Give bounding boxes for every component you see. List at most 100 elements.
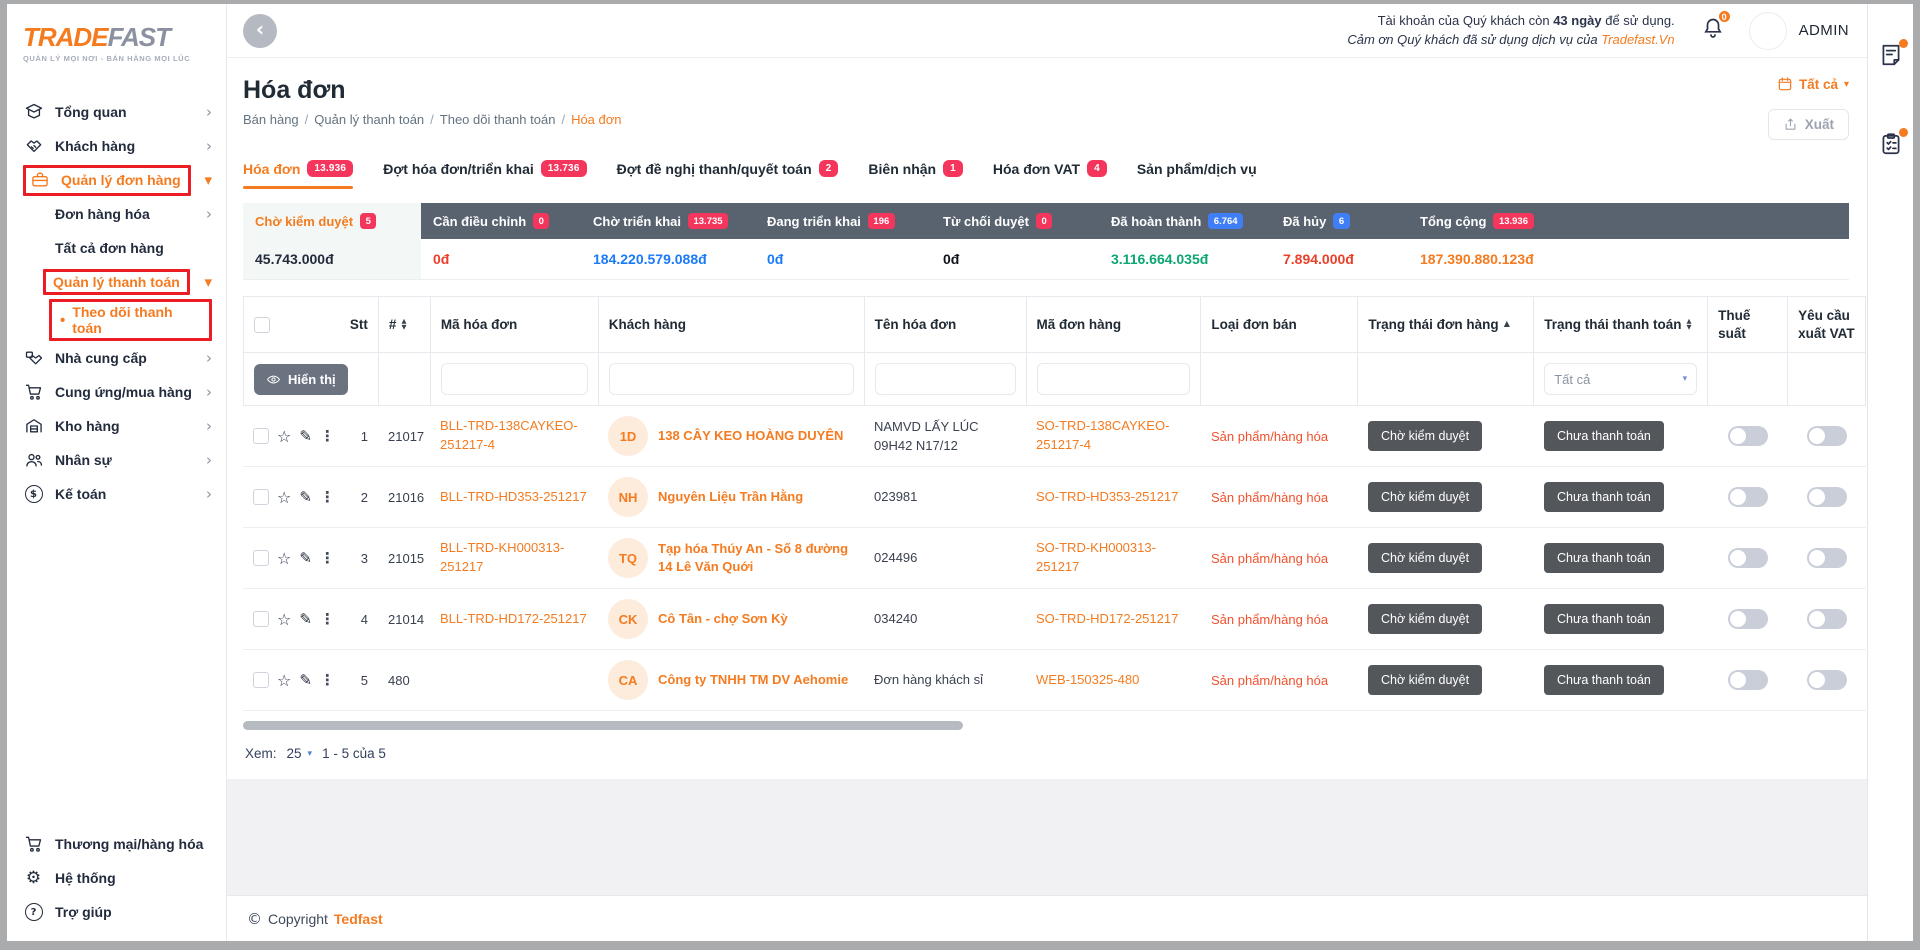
star-icon[interactable]: ☆ bbox=[277, 610, 291, 629]
select-all-checkbox[interactable] bbox=[254, 317, 270, 333]
order-code-link[interactable]: SO-TRD-138CAYKEO-251217-4 bbox=[1036, 417, 1191, 455]
order-status-button[interactable]: Chờ kiểm duyệt bbox=[1368, 482, 1482, 512]
notes-panel-button[interactable] bbox=[1878, 42, 1904, 73]
export-button[interactable]: Xuất bbox=[1768, 109, 1849, 140]
payment-status-button[interactable]: Chưa thanh toán bbox=[1544, 482, 1664, 512]
sidebar-item-help[interactable]: ? Trợ giúp bbox=[7, 895, 226, 929]
invoice-name-filter-input[interactable] bbox=[875, 363, 1016, 395]
logo[interactable]: TRADEFAST QUẢN LÝ MỌI NƠI - BÁN HÀNG MỌI… bbox=[7, 18, 226, 73]
user-avatar[interactable] bbox=[1749, 12, 1787, 50]
status-segment[interactable]: Chờ triển khai 13.735 184.220.579.088đ bbox=[581, 203, 755, 279]
status-segment[interactable]: Đang triển khai 196 0đ bbox=[755, 203, 931, 279]
status-segment[interactable]: Chờ kiểm duyệt 5 45.743.000đ bbox=[243, 203, 421, 279]
sort-asc-icon[interactable]: ▲ bbox=[1504, 319, 1510, 329]
order-code-link[interactable]: SO-TRD-HD172-251217 bbox=[1036, 610, 1178, 629]
tax-toggle[interactable] bbox=[1728, 670, 1768, 690]
breadcrumb-item[interactable]: Theo dõi thanh toán bbox=[440, 112, 556, 127]
sidebar-item-commerce[interactable]: Thương mại/hàng hóa bbox=[7, 827, 226, 861]
row-checkbox[interactable] bbox=[253, 611, 269, 627]
column-header-order-code[interactable]: Mã đơn hàng bbox=[1027, 297, 1202, 353]
column-header-sale-type[interactable]: Loại đơn bán bbox=[1201, 297, 1358, 353]
order-status-button[interactable]: Chờ kiểm duyệt bbox=[1368, 543, 1482, 573]
star-icon[interactable]: ☆ bbox=[277, 549, 291, 568]
show-columns-button[interactable]: Hiển thị bbox=[254, 364, 348, 395]
vat-request-toggle[interactable] bbox=[1807, 487, 1847, 507]
customer-name-link[interactable]: Nguyên Liệu Trần Hằng bbox=[658, 488, 803, 506]
kebab-menu-icon[interactable]: ⋮ bbox=[320, 610, 335, 628]
star-icon[interactable]: ☆ bbox=[277, 488, 291, 507]
column-header-invoice-code[interactable]: Mã hóa đơn bbox=[431, 297, 599, 353]
status-segment[interactable]: Đã hủy 6 7.894.000đ bbox=[1271, 203, 1408, 279]
sort-icon[interactable]: ▲▼ bbox=[1686, 319, 1691, 330]
star-icon[interactable]: ☆ bbox=[277, 427, 291, 446]
order-code-link[interactable]: WEB-150325-480 bbox=[1036, 671, 1139, 690]
payment-status-button[interactable]: Chưa thanh toán bbox=[1544, 421, 1664, 451]
row-checkbox[interactable] bbox=[253, 489, 269, 505]
status-segment[interactable]: Cần điều chỉnh 0 0đ bbox=[421, 203, 581, 279]
sidebar-item-system[interactable]: ⚙ Hệ thống bbox=[7, 861, 226, 895]
vat-request-toggle[interactable] bbox=[1807, 426, 1847, 446]
horizontal-scrollbar[interactable] bbox=[243, 721, 963, 730]
sidebar-item-hr[interactable]: Nhân sự › bbox=[7, 443, 226, 477]
column-header-order-status[interactable]: Trạng thái đơn hàng bbox=[1368, 316, 1498, 334]
column-header-payment-status[interactable]: Trạng thái thanh toán bbox=[1544, 316, 1681, 334]
order-code-filter-input[interactable] bbox=[1037, 363, 1191, 395]
edit-icon[interactable]: ✎ bbox=[299, 671, 312, 689]
tab[interactable]: Hóa đơn VAT 4 bbox=[993, 160, 1107, 177]
customer-name-link[interactable]: 138 CÂY KEO HOÀNG DUYÊN bbox=[658, 427, 843, 445]
tab[interactable]: Biên nhận 1 bbox=[868, 160, 962, 177]
customer-name-link[interactable]: Cô Tân - chợ Sơn Kỳ bbox=[658, 610, 788, 628]
vat-request-toggle[interactable] bbox=[1807, 609, 1847, 629]
order-status-button[interactable]: Chờ kiểm duyệt bbox=[1368, 665, 1482, 695]
sidebar-item-accounting[interactable]: $ Kế toán › bbox=[7, 477, 226, 511]
star-icon[interactable]: ☆ bbox=[277, 671, 291, 690]
order-status-button[interactable]: Chờ kiểm duyệt bbox=[1368, 604, 1482, 634]
breadcrumb-item[interactable]: Quản lý thanh toán bbox=[314, 112, 424, 127]
vat-request-toggle[interactable] bbox=[1807, 548, 1847, 568]
payment-status-button[interactable]: Chưa thanh toán bbox=[1544, 543, 1664, 573]
tab[interactable]: Đợt hóa đơn/triển khai 13.736 bbox=[383, 160, 586, 177]
edit-icon[interactable]: ✎ bbox=[299, 549, 312, 567]
tab[interactable]: Hóa đơn 13.936 bbox=[243, 160, 353, 177]
tasks-panel-button[interactable] bbox=[1878, 131, 1904, 162]
tax-toggle[interactable] bbox=[1728, 426, 1768, 446]
row-checkbox[interactable] bbox=[253, 672, 269, 688]
tab[interactable]: Đợt đề nghị thanh/quyết toán 2 bbox=[617, 160, 839, 177]
back-button[interactable]: ‹ bbox=[243, 14, 277, 48]
order-status-button[interactable]: Chờ kiểm duyệt bbox=[1368, 421, 1482, 451]
invoice-code-filter-input[interactable] bbox=[441, 363, 588, 395]
payment-status-button[interactable]: Chưa thanh toán bbox=[1544, 665, 1664, 695]
tab[interactable]: Sản phẩm/dịch vụ bbox=[1137, 160, 1257, 177]
edit-icon[interactable]: ✎ bbox=[299, 610, 312, 628]
invoice-code-link[interactable]: BLL-TRD-138CAYKEO-251217-4 bbox=[440, 417, 588, 455]
breadcrumb-item[interactable]: Bán hàng bbox=[243, 112, 299, 127]
invoice-code-link[interactable]: BLL-TRD-HD172-251217 bbox=[440, 610, 587, 629]
tax-toggle[interactable] bbox=[1728, 487, 1768, 507]
status-segment[interactable]: Đã hoàn thành 6.764 3.116.664.035đ bbox=[1099, 203, 1271, 279]
payment-status-filter-select[interactable]: Tất cả▾ bbox=[1544, 363, 1697, 395]
status-segment[interactable]: Tổng cộng 13.936 187.390.880.123đ bbox=[1408, 203, 1849, 279]
invoice-code-link[interactable]: BLL-TRD-HD353-251217 bbox=[440, 488, 587, 507]
customer-name-link[interactable]: Công ty TNHH TM DV Aehomie bbox=[658, 671, 848, 689]
vat-request-toggle[interactable] bbox=[1807, 670, 1847, 690]
kebab-menu-icon[interactable]: ⋮ bbox=[320, 488, 335, 506]
status-segment[interactable]: Từ chối duyệt 0 0đ bbox=[931, 203, 1099, 279]
kebab-menu-icon[interactable]: ⋮ bbox=[320, 671, 335, 689]
sidebar-item-procurement[interactable]: Cung ứng/mua hàng › bbox=[7, 375, 226, 409]
customer-filter-input[interactable] bbox=[609, 363, 854, 395]
footer-brand-link[interactable]: Tedfast bbox=[334, 911, 383, 927]
sidebar-item-order-management[interactable]: Quản lý đơn hàng ▾ bbox=[7, 163, 226, 197]
sort-icon[interactable]: ▲▼ bbox=[401, 319, 406, 330]
payment-status-button[interactable]: Chưa thanh toán bbox=[1544, 604, 1664, 634]
column-header-stt[interactable]: Stt bbox=[350, 316, 368, 334]
row-checkbox[interactable] bbox=[253, 550, 269, 566]
customer-name-link[interactable]: Tạp hóa Thúy An - Số 8 đường 14 Lê Văn Q… bbox=[658, 540, 854, 576]
column-header-tax[interactable]: Thuế suất bbox=[1708, 297, 1788, 353]
sidebar-item-overview[interactable]: Tổng quan › bbox=[7, 95, 226, 129]
tradefast-link[interactable]: Tradefast.Vn bbox=[1601, 32, 1674, 47]
sidebar-item-payment-tracking[interactable]: • Theo dõi thanh toán bbox=[7, 299, 226, 341]
order-code-link[interactable]: SO-TRD-HD353-251217 bbox=[1036, 488, 1178, 507]
order-code-link[interactable]: SO-TRD-KH000313-251217 bbox=[1036, 539, 1191, 577]
invoice-code-link[interactable]: BLL-TRD-KH000313-251217 bbox=[440, 539, 588, 577]
column-header-vat-request[interactable]: Yêu cầu xuất VAT bbox=[1788, 297, 1866, 353]
